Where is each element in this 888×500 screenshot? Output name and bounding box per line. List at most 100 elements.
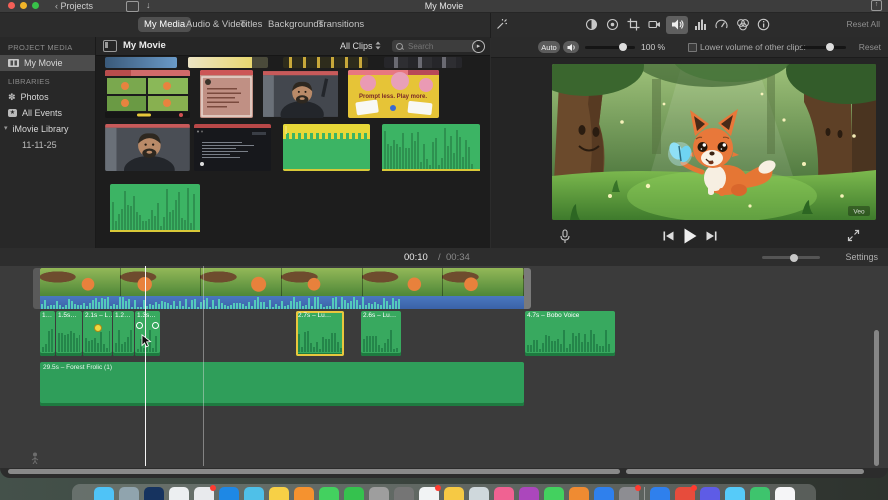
color-correction-icon[interactable]: [606, 18, 619, 31]
enhance-wand-icon[interactable]: [495, 18, 508, 31]
audio-clip-1[interactable]: 1…: [40, 311, 55, 356]
dock-app-icon[interactable]: [268, 487, 289, 500]
dock-app-icon[interactable]: [193, 485, 216, 500]
next-frame-button[interactable]: [706, 231, 717, 241]
playhead[interactable]: [145, 266, 146, 466]
audio-clip-2[interactable]: 1.5s…: [56, 311, 82, 356]
sidebar-item-photos[interactable]: ✽ Photos: [0, 89, 95, 105]
clip-info-icon[interactable]: [757, 18, 770, 31]
dock-app-icon[interactable]: [318, 487, 339, 500]
share-icon[interactable]: ↑: [871, 0, 882, 11]
dock-app-icon[interactable]: [493, 487, 514, 500]
timeline-zoom-slider[interactable]: [762, 253, 820, 262]
crop-icon[interactable]: [627, 18, 640, 31]
dock-app-icon[interactable]: [393, 487, 414, 500]
media-thumb-notes[interactable]: [200, 70, 253, 118]
media-thumb-partial-2[interactable]: [188, 57, 268, 68]
sidebar-my-movie-label: My Movie: [24, 58, 63, 68]
dock-app-icon[interactable]: [568, 487, 589, 500]
background-music-clip[interactable]: 29.5s – Forest Frolic (1): [40, 362, 524, 406]
volume-keyframe-dot[interactable]: [94, 324, 102, 332]
sidebar-item-my-movie[interactable]: My Movie: [0, 55, 95, 71]
noise-reduction-icon[interactable]: [694, 18, 707, 31]
timeline-horizontal-scrollbar[interactable]: [8, 469, 620, 474]
timeline-vertical-scrollbar[interactable]: [874, 330, 879, 466]
audio-clip-7[interactable]: 2.6s – Lu…: [361, 311, 401, 356]
dock-app-icon[interactable]: [593, 487, 614, 500]
audio-clip-3[interactable]: 2.1s – L…: [83, 311, 112, 356]
dock-app-icon[interactable]: [443, 487, 464, 500]
auto-volume-button[interactable]: Auto: [538, 41, 560, 53]
mute-button[interactable]: [563, 41, 579, 53]
stabilization-icon[interactable]: [648, 18, 661, 31]
dock-app-icon[interactable]: [468, 487, 489, 500]
media-thumb-partial-1[interactable]: [105, 57, 177, 68]
dock-app-icon[interactable]: [143, 487, 164, 500]
lower-volume-checkbox[interactable]: [688, 42, 697, 52]
dock-app-icon[interactable]: [118, 487, 139, 500]
dock-app-icon[interactable]: [293, 487, 314, 500]
lower-volume-slider[interactable]: [801, 43, 846, 51]
dock-app-icon[interactable]: [699, 487, 720, 500]
media-thumb-fox-collage[interactable]: [105, 70, 190, 118]
dock-app-icon[interactable]: [774, 487, 795, 500]
media-thumb-partial-3[interactable]: [283, 57, 368, 68]
clip-trim-handle-right[interactable]: [524, 268, 531, 309]
volume-slider-knob[interactable]: [619, 43, 627, 51]
reset-all-button[interactable]: Reset All: [846, 19, 880, 29]
dock-app-icon[interactable]: [418, 485, 441, 500]
voiceover-mic-icon[interactable]: [559, 229, 571, 244]
play-button[interactable]: [683, 228, 697, 244]
dock-app-icon[interactable]: [518, 487, 539, 500]
media-thumb-yellow-graphic[interactable]: Prompt less. Play more.: [348, 70, 439, 118]
audio-clip-6-selected[interactable]: 2.7s – Lu…: [296, 311, 344, 356]
dock-app-icon[interactable]: [168, 487, 189, 500]
dock-app-icon[interactable]: [618, 485, 641, 500]
timeline-horizontal-scrollbar-2[interactable]: [626, 469, 864, 474]
volume-slider[interactable]: [585, 43, 635, 51]
sidebar-item-event-date[interactable]: 11-11-25: [0, 137, 95, 153]
sidebar-item-all-events[interactable]: ★ All Events: [0, 105, 95, 121]
media-thumb-audio-wave-1[interactable]: [382, 124, 480, 171]
volume-tool-selected[interactable]: [666, 15, 688, 34]
dock-app-icon[interactable]: [649, 487, 670, 500]
media-thumb-audio-wave-2[interactable]: [110, 184, 200, 232]
timeline-video-audio-strip[interactable]: [40, 296, 524, 309]
media-thumb-partial-4[interactable]: [384, 57, 462, 68]
clip-trim-handle-left[interactable]: [33, 268, 40, 309]
media-thumb-webcam-2[interactable]: [105, 124, 190, 171]
dock-app-icon[interactable]: [543, 487, 564, 500]
dock-app-icon[interactable]: [93, 487, 114, 500]
clip-filter-icon[interactable]: [736, 18, 750, 31]
dock-app-icon[interactable]: [218, 487, 239, 500]
dock-app-icon[interactable]: [343, 487, 364, 500]
audio-clip-4[interactable]: 1.2…: [113, 311, 134, 356]
continuous-playback-icon[interactable]: ▸: [472, 39, 485, 53]
fade-handle-right[interactable]: [152, 322, 159, 329]
lower-volume-slider-knob[interactable]: [826, 43, 834, 51]
speed-icon[interactable]: [715, 18, 728, 31]
media-thumb-audio-yellow[interactable]: [283, 124, 370, 171]
previous-frame-button[interactable]: [663, 231, 674, 241]
timeline-settings-button[interactable]: Settings: [845, 252, 878, 262]
dock-app-icon[interactable]: [674, 485, 697, 500]
media-thumb-terminal[interactable]: [194, 124, 271, 171]
sidebar-item-imovie-library[interactable]: ▾ iMovie Library: [0, 121, 95, 137]
dock-app-icon[interactable]: [243, 487, 264, 500]
audio-clip-bobo-voice[interactable]: 4.7s – Bobo Voice: [525, 311, 615, 356]
search-field[interactable]: [392, 40, 476, 52]
search-input[interactable]: [406, 40, 468, 52]
clip-filter-dropdown[interactable]: All Clips: [340, 41, 381, 51]
dock-app-icon[interactable]: [368, 487, 389, 500]
fade-handle-left[interactable]: [136, 322, 143, 329]
media-thumb-webcam-1[interactable]: [263, 70, 338, 118]
timeline-video-clip[interactable]: [40, 268, 524, 296]
sidebar-toggle-icon[interactable]: [103, 40, 117, 52]
volume-reset-button[interactable]: Reset: [859, 42, 881, 52]
dock-app-icon[interactable]: [724, 487, 745, 500]
timeline-zoom-knob[interactable]: [790, 253, 798, 262]
fullscreen-icon[interactable]: [847, 229, 860, 242]
tab-transitions[interactable]: Transitions: [312, 17, 370, 32]
dock-app-icon[interactable]: [749, 487, 770, 500]
color-balance-icon[interactable]: [585, 18, 598, 31]
